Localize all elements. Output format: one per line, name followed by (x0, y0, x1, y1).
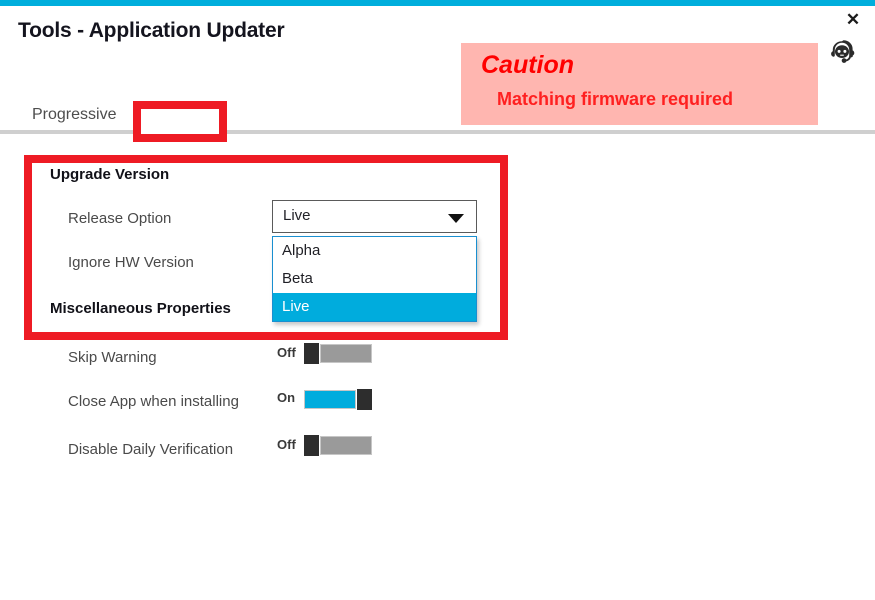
window-accent-bar (0, 0, 875, 6)
tab-bar: Progressive Options (0, 100, 875, 134)
page-title: Tools - Application Updater (18, 19, 285, 42)
caution-heading: Caution (481, 51, 575, 79)
headset-support-icon[interactable] (827, 38, 857, 68)
toggle-track (320, 436, 372, 455)
tab-active-indicator (142, 130, 217, 134)
toggle-disable-daily-verification[interactable] (304, 435, 372, 456)
dropdown-option-alpha[interactable]: Alpha (273, 237, 476, 265)
toggle-close-app-when-installing[interactable] (304, 389, 372, 410)
release-option-selected-value: Live (283, 207, 311, 224)
label-close-app-when-installing: Close App when installing (68, 393, 239, 410)
section-header-upgrade-version: Upgrade Version (50, 166, 170, 183)
toggle-track (320, 344, 372, 363)
toggle-skip-warning[interactable] (304, 343, 372, 364)
toggle-track (304, 390, 356, 409)
state-skip-warning: Off (277, 345, 296, 360)
toggle-knob (357, 389, 372, 410)
tab-options[interactable]: Options (145, 100, 208, 130)
chevron-down-icon (448, 214, 464, 223)
release-option-select[interactable]: Live (272, 200, 477, 233)
label-disable-daily-verification: Disable Daily Verification (68, 441, 234, 458)
dropdown-option-live[interactable]: Live (273, 293, 476, 321)
release-option-dropdown-list[interactable]: Alpha Beta Live (272, 236, 477, 322)
label-skip-warning: Skip Warning (68, 349, 157, 366)
dropdown-option-beta[interactable]: Beta (273, 265, 476, 293)
state-close-app-when-installing: On (277, 390, 296, 405)
tab-underline (0, 130, 875, 134)
close-icon[interactable]: ✕ (843, 10, 863, 30)
label-ignore-hw-version: Ignore HW Version (68, 254, 194, 271)
tab-progressive[interactable]: Progressive (28, 100, 120, 130)
state-disable-daily-verification: Off (277, 437, 296, 452)
toggle-knob (304, 435, 319, 456)
toggle-knob (304, 343, 319, 364)
label-release-option: Release Option (68, 210, 172, 227)
section-header-miscellaneous-properties: Miscellaneous Properties (50, 300, 231, 317)
